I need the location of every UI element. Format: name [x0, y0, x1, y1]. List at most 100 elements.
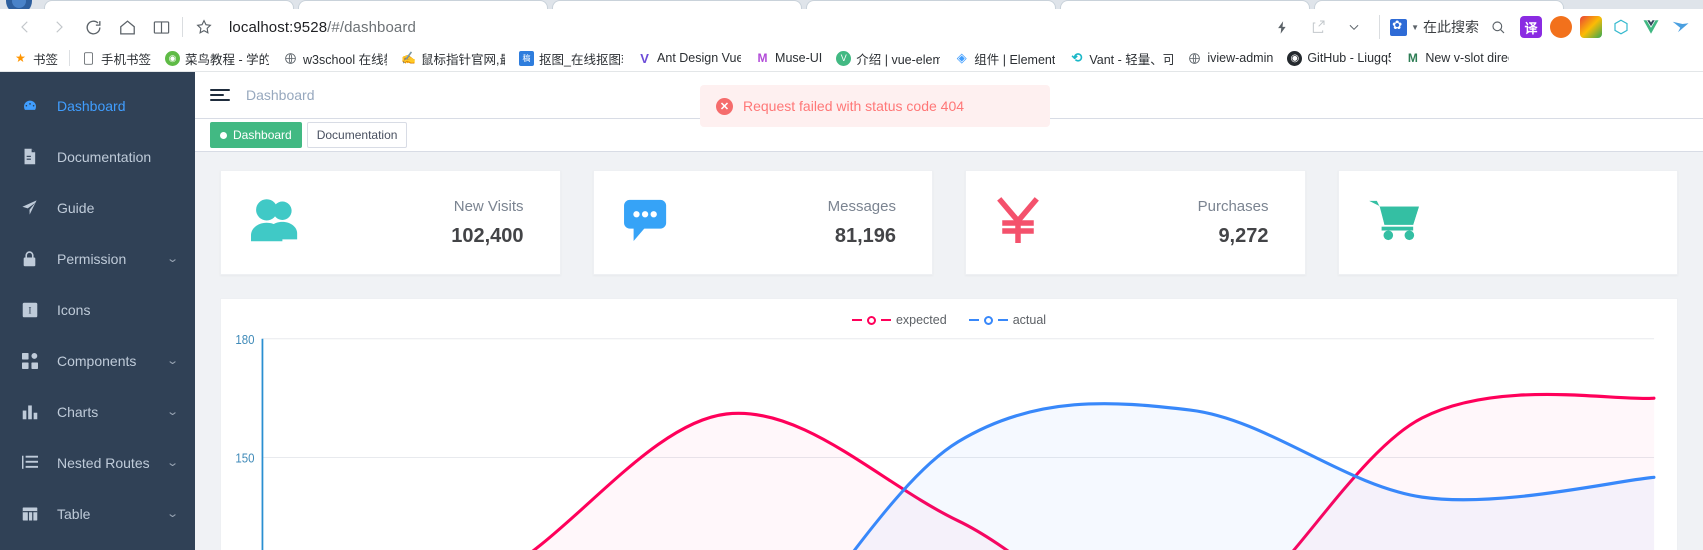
stat-text-group: Messages 81,196 [828, 198, 896, 248]
sidebar-item-nested-routes[interactable]: Nested Routes ⌄ [0, 437, 195, 488]
browser-tab[interactable] [44, 0, 294, 9]
bookmark-item[interactable]: ⟲ Vant - 轻量、可靠 [1062, 47, 1180, 70]
sidebar-item-dashboard[interactable]: Dashboard [0, 80, 195, 131]
bookmark-label: 抠图_在线抠图软件 [539, 52, 623, 67]
bookmark-item[interactable]: 稿 抠图_在线抠图软件 [512, 47, 630, 70]
lightning-icon[interactable] [1265, 12, 1299, 42]
hamburger-icon[interactable] [210, 89, 230, 101]
line-chart-panel[interactable]: expected actual 90120150180 https://blog… [220, 298, 1678, 550]
forward-icon[interactable] [42, 12, 76, 42]
chevron-down-icon[interactable]: ⌄ [166, 405, 179, 418]
nested-icon [20, 455, 39, 471]
svg-text:180: 180 [235, 332, 254, 347]
browser-tab[interactable] [1314, 0, 1564, 9]
sidebar-item-guide[interactable]: Guide [0, 182, 195, 233]
browser-tab[interactable] [298, 0, 548, 9]
sidebar-item-documentation[interactable]: Documentation [0, 131, 195, 182]
tab-label: Documentation [316, 128, 398, 142]
bookmark-item[interactable]: ★ 书签 [6, 47, 65, 70]
tab-dashboard[interactable]: Dashboard [210, 122, 302, 148]
vue-element-icon: V [836, 50, 852, 66]
bookmark-item[interactable]: V Ant Design Vue [630, 49, 748, 68]
extension-icon-bird[interactable] [1670, 16, 1692, 38]
sidebar-item-permission[interactable]: Permission ⌄ [0, 233, 195, 284]
bookmark-item[interactable]: M New v-slot direct [1398, 49, 1516, 68]
stat-cards-row: New Visits 102,400 Messages 81,196 Purch… [195, 170, 1703, 275]
translate-extension-icon[interactable]: 译 [1520, 16, 1542, 38]
chevron-down-icon[interactable] [1337, 12, 1371, 42]
browser-tab-active[interactable] [1060, 0, 1310, 9]
stat-card-messages[interactable]: Messages 81,196 [592, 170, 933, 275]
sidebar-item-table[interactable]: Table ⌄ [0, 488, 195, 539]
guide-icon [20, 199, 39, 216]
chevron-down-icon[interactable]: ⌄ [166, 456, 179, 469]
phone-icon [81, 51, 96, 66]
bookmark-label: 介绍 | vue-eleme [856, 52, 940, 67]
globe-icon [283, 51, 298, 66]
address-bar[interactable]: localhost:9528/#/dashboard [221, 12, 1265, 42]
globe-icon [1187, 51, 1202, 66]
breadcrumb[interactable]: Dashboard [246, 87, 315, 103]
search-icon[interactable] [1481, 12, 1515, 42]
bookmark-item[interactable]: ✍ 鼠标指针官网,最新 [394, 47, 512, 70]
browser-search-box[interactable]: ▼ 在此搜索 [1379, 15, 1479, 39]
stat-value: 102,400 [451, 224, 524, 247]
message-icon [623, 198, 670, 247]
bookmark-item[interactable]: w3school 在线教 [276, 47, 394, 70]
chevron-down-icon[interactable]: ⌄ [166, 507, 179, 520]
bookmark-item[interactable]: ◉ GitHub - Liugq57 [1280, 49, 1398, 68]
browser-tab[interactable] [806, 0, 1056, 9]
share-icon[interactable] [1301, 12, 1335, 42]
bookmark-label: 鼠标指针官网,最新 [421, 52, 505, 67]
sidebar-item-icons[interactable]: I Icons [0, 284, 195, 335]
browser-chrome: localhost:9528/#/dashboard ▼ 在此搜索 译 [0, 0, 1703, 72]
bookmark-item[interactable]: V 介绍 | vue-eleme [829, 47, 947, 70]
bookmark-item[interactable]: 手机书签 [74, 47, 158, 70]
element-icon: ◈ [956, 50, 967, 65]
bookmark-label: iview-admin [1207, 51, 1274, 65]
stat-card-new-visits[interactable]: New Visits 102,400 [220, 170, 561, 275]
table-icon [20, 506, 39, 522]
stat-value: 81,196 [834, 224, 896, 247]
back-icon[interactable] [8, 12, 42, 42]
stat-card-shopping[interactable] [1337, 170, 1678, 275]
baidu-icon [1390, 17, 1408, 36]
stat-text-group: New Visits 102,400 [451, 198, 523, 248]
extension-icon-hex[interactable] [1610, 16, 1632, 38]
bookmark-item[interactable]: ◉ 菜鸟教程 - 学的不 [158, 47, 276, 70]
sidebar-item-label: Permission [57, 250, 127, 267]
runoob-icon: ◉ [165, 50, 181, 66]
extension-icon-orange[interactable] [1550, 16, 1572, 38]
stat-label: New Visits [453, 197, 524, 215]
navbar: Dashboard ✕ Request failed with status c… [195, 72, 1703, 127]
stat-card-purchases[interactable]: Purchases 9,272 [965, 170, 1306, 275]
chevron-down-icon[interactable]: ▼ [1411, 23, 1419, 32]
sidebar-item-components[interactable]: Components ⌄ [0, 335, 195, 386]
sidebar-item-label: Components [57, 352, 137, 369]
reload-icon[interactable] [76, 12, 110, 42]
stat-text-group: Purchases 9,272 [1198, 198, 1269, 248]
sidebar-item-label: Table [57, 505, 91, 522]
chevron-down-icon[interactable]: ⌄ [166, 252, 179, 265]
reading-list-icon[interactable] [144, 12, 178, 42]
stat-value: 9,272 [1218, 224, 1269, 247]
search-placeholder: 在此搜索 [1423, 19, 1479, 35]
home-icon[interactable] [110, 12, 144, 42]
extension-icon-colorful[interactable] [1580, 16, 1602, 38]
components-icon [20, 352, 39, 369]
bookmark-star-icon[interactable] [187, 12, 221, 42]
sidebar-item-charts[interactable]: Charts ⌄ [0, 386, 195, 437]
tab-strip[interactable] [0, 0, 1703, 9]
error-notification[interactable]: ✕ Request failed with status code 404 [700, 85, 1050, 127]
browser-tab[interactable] [552, 0, 802, 9]
bookmarks-bar[interactable]: ★ 书签 手机书签 ◉ 菜鸟教程 - 学的不 w3school 在线教 ✍ 鼠标… [0, 45, 1703, 72]
url-path: /#/dashboard [327, 18, 416, 36]
vue-extension-icon[interactable] [1640, 16, 1662, 38]
stat-label: Messages [827, 197, 896, 215]
bookmark-item[interactable]: ◈ 组件 | Element [947, 47, 1062, 70]
chevron-down-icon[interactable]: ⌄ [166, 354, 179, 367]
tab-documentation[interactable]: Documentation [306, 122, 408, 148]
bookmark-item[interactable]: iview-admin [1180, 49, 1280, 68]
bookmark-item[interactable]: M Muse-UI [748, 49, 829, 68]
museui-icon: M [757, 51, 768, 65]
